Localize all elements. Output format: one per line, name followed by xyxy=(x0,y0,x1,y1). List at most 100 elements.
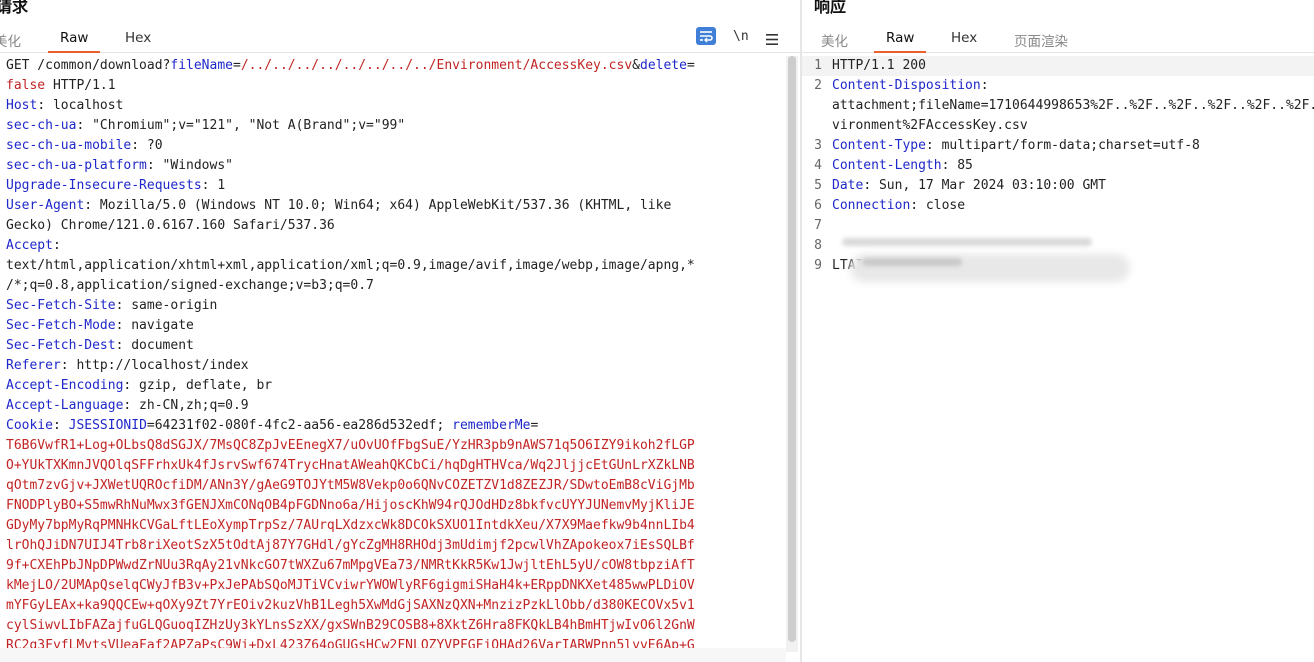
code-text: : 1 xyxy=(201,178,226,193)
response-tabs: 美化 Raw Hex 页面渲染 xyxy=(802,24,1314,53)
line-number: 8 xyxy=(814,238,822,253)
header-key: Sec-Fetch-Dest xyxy=(6,338,116,353)
code-text: text/html,application/xhtml+xml,applicat… xyxy=(6,258,695,273)
line-number: 6 xyxy=(814,198,822,213)
code-text: : gzip, deflate, br xyxy=(123,378,273,393)
header-key: JSESSIONID xyxy=(68,418,147,433)
header-key: Content-Length xyxy=(832,158,942,173)
header-key: Accept-Encoding xyxy=(6,378,124,393)
request-line: Upgrade-Insecure-Requests: 1 xyxy=(6,176,225,196)
code-text: GET /common/download? xyxy=(6,58,171,73)
code-text: : multipart/form-data;charset=utf-8 xyxy=(925,138,1200,153)
header-key: delete xyxy=(640,58,687,73)
code-text: kMejLO/2UMApQselqCWyJfB3v+PxJePAbSQoMJTi… xyxy=(6,578,695,593)
response-line: Connection: close xyxy=(832,196,965,216)
code-text: mYFGyLEAx+ka9QQCEw+qOXy9Zt7YrEOiv2kuzVhB… xyxy=(6,598,695,613)
code-text: = xyxy=(233,58,241,73)
code-text: GDyMy7bpMyRqPMNHkCVGaLftLEoXympTrpSz/7AU… xyxy=(6,518,695,533)
request-line: Sec-Fetch-Dest: document xyxy=(6,336,194,356)
code-text: : Mozilla/5.0 (Windows NT 10.0; Win64; x… xyxy=(84,198,672,213)
code-text: : document xyxy=(115,338,194,353)
response-pane: 响应 美化 Raw Hex 页面渲染 1 HTTP/1.1 200 2 Content… xyxy=(802,0,1314,662)
code-text: T6B6VwfR1+Log+OLbsQ8dSGJX/7MsQC8ZpJvEEne… xyxy=(6,438,695,453)
request-scrollbar[interactable] xyxy=(788,56,796,642)
code-text: vironment%2FAccessKey.csv xyxy=(832,118,1028,133)
code-text: : navigate xyxy=(115,318,194,333)
header-key: Content-Type xyxy=(832,138,926,153)
header-key: Sec-Fetch-Mode xyxy=(6,318,116,333)
request-line: 9f+CXEhPbJNpDPWwdZrNUu3RqAy21vNkcGO7tWXZ… xyxy=(6,556,695,576)
response-line: Content-Type: multipart/form-data;charse… xyxy=(832,136,1200,156)
tab-render[interactable]: 页面渲染 xyxy=(1014,30,1068,50)
code-text: & xyxy=(632,58,640,73)
response-line: vironment%2FAccessKey.csv xyxy=(832,116,1028,136)
code-text: O+YUkTXKmnJVQOlqSFFrhxUk4fJsrvSwf674Tryc… xyxy=(6,458,695,473)
tab-pretty[interactable]: 美化 xyxy=(0,30,21,50)
request-line: cylSiwvLIbFAZajfuGLQGuoqIZHzUy3kYLnsSzXX… xyxy=(6,616,695,636)
response-line: Content-Length: 85 xyxy=(832,156,973,176)
header-key: Accept xyxy=(6,238,53,253)
code-text: HTTP/1.1 xyxy=(45,78,116,93)
request-line: sec-ch-ua: "Chromium";v="121", "Not A(Br… xyxy=(6,116,405,136)
response-line: attachment;fileName=1710644998653%2F..%2… xyxy=(832,96,1314,116)
code-text: =64231f02-080f-4fc2-aa56-ea286d532edf; xyxy=(146,418,453,433)
line-number: 9 xyxy=(814,258,822,273)
code-text: false xyxy=(6,78,46,93)
request-line: Sec-Fetch-Mode: navigate xyxy=(6,316,194,336)
header-key: Cookie xyxy=(6,418,53,433)
request-line: lrOhQJiDN7UIJ4Trb8riXeotSzX5tOdtAj87Y7GH… xyxy=(6,536,695,556)
code-text: qOtm7zvGjv+JXWetUQROcfiDM/ANn3Y/gAeG9TOJ… xyxy=(6,478,695,493)
request-editor[interactable]: GET /common/download?fileName=/../../../… xyxy=(0,56,800,662)
line-number: 5 xyxy=(814,178,822,193)
request-line: Gecko) Chrome/121.0.6167.160 Safari/537.… xyxy=(6,216,335,236)
tab-raw[interactable]: Raw xyxy=(47,30,101,53)
request-line: qOtm7zvGjv+JXWetUQROcfiDM/ANn3Y/gAeG9TOJ… xyxy=(6,476,695,496)
code-text: : xyxy=(52,418,69,433)
line-number: 1 xyxy=(814,58,822,73)
wrap-lines-icon[interactable] xyxy=(696,27,716,49)
line-number: 4 xyxy=(814,158,822,173)
code-text: = xyxy=(530,418,539,433)
code-text: Gecko) Chrome/121.0.6167.160 Safari/537.… xyxy=(6,218,335,233)
code-text: : "Chromium";v="121", "Not A(Brand";v="9… xyxy=(76,118,406,133)
tab-pretty[interactable]: 美化 xyxy=(821,30,848,50)
request-line: User-Agent: Mozilla/5.0 (Windows NT 10.0… xyxy=(6,196,671,216)
menu-icon[interactable] xyxy=(766,30,778,49)
request-pane: 请求 美化 Raw Hex \n GET /common/download?fi… xyxy=(0,0,800,662)
code-text: 9f+CXEhPbJNpDPWwdZrNUu3RqAy21vNkcGO7tWXZ… xyxy=(6,558,695,573)
request-line: Accept: xyxy=(6,236,61,256)
code-text: : xyxy=(980,78,989,93)
line-number: 7 xyxy=(814,218,822,233)
request-horizontal-scrollbar[interactable] xyxy=(0,648,786,662)
header-key: sec-ch-ua xyxy=(6,118,77,133)
code-text: : xyxy=(52,238,61,253)
code-text: : localhost xyxy=(37,98,124,113)
request-line: Host: localhost xyxy=(6,96,123,116)
code-text: : Sun, 17 Mar 2024 03:10:00 GMT xyxy=(863,178,1106,193)
line-number: 3 xyxy=(814,138,822,153)
header-key: User-Agent xyxy=(6,198,85,213)
request-line: GDyMy7bpMyRqPMNHkCVGaLftLEoXympTrpSz/7AU… xyxy=(6,516,695,536)
request-line: Cookie: JSESSIONID=64231f02-080f-4fc2-aa… xyxy=(6,416,538,436)
tab-raw[interactable]: Raw xyxy=(873,30,927,53)
tab-hex[interactable]: Hex xyxy=(951,30,977,46)
header-key: fileName xyxy=(170,58,233,73)
code-text: cylSiwvLIbFAZajfuGLQGuoqIZHzUy3kYLnsSzXX… xyxy=(6,618,695,633)
request-line: sec-ch-ua-platform: "Windows" xyxy=(6,156,233,176)
response-line: Date: Sun, 17 Mar 2024 03:10:00 GMT xyxy=(832,176,1106,196)
newline-icon[interactable]: \n xyxy=(733,27,749,47)
request-line: O+YUkTXKmnJVQOlqSFFrhxUk4fJsrvSwf674Tryc… xyxy=(6,456,695,476)
header-key: Upgrade-Insecure-Requests xyxy=(6,178,202,193)
header-key: Date xyxy=(832,178,864,193)
header-key: Content-Disposition xyxy=(832,78,981,93)
request-line: text/html,application/xhtml+xml,applicat… xyxy=(6,256,695,276)
code-text: : 85 xyxy=(941,158,973,173)
header-key: Host xyxy=(6,98,38,113)
code-text: : zh-CN,zh;q=0.9 xyxy=(123,398,249,413)
request-line: Accept-Encoding: gzip, deflate, br xyxy=(6,376,272,396)
response-editor[interactable]: 1 HTTP/1.1 200 2 Content-Disposition: attach… xyxy=(802,56,1314,662)
tab-hex[interactable]: Hex xyxy=(125,30,151,46)
request-tabs: 美化 Raw Hex \n xyxy=(0,24,800,53)
code-text: /*;q=0.8,application/signed-exchange;v=b… xyxy=(6,278,374,293)
header-key: sec-ch-ua-mobile xyxy=(6,138,132,153)
